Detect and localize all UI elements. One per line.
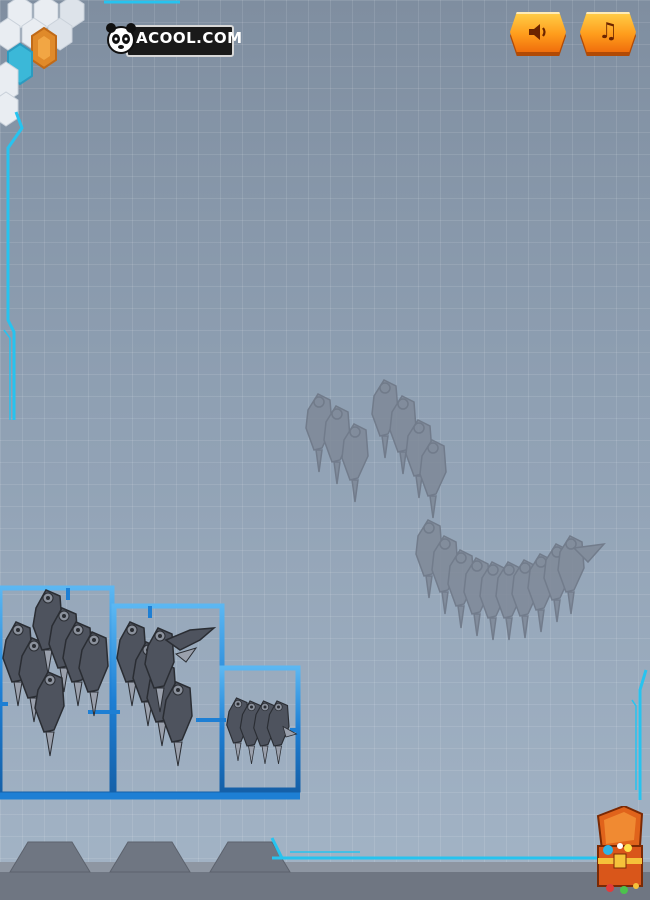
music-button[interactable]: ♫: [580, 12, 636, 56]
sound-button[interactable]: [510, 12, 566, 56]
treasure-chest-icon[interactable]: [594, 806, 646, 896]
speaker-icon: [529, 24, 546, 40]
claw-cluster-left[interactable]: [2, 589, 109, 757]
music-note-icon: ♫: [598, 19, 618, 44]
acool-logo[interactable]: ACOOL.COM: [106, 20, 242, 57]
logo-text: ACOOL.COM: [136, 29, 243, 47]
spine-segment-small[interactable]: [226, 697, 298, 765]
parts-tray: [0, 585, 301, 800]
panda-icon: [106, 23, 136, 54]
claw-cluster-middle[interactable]: [116, 621, 217, 767]
